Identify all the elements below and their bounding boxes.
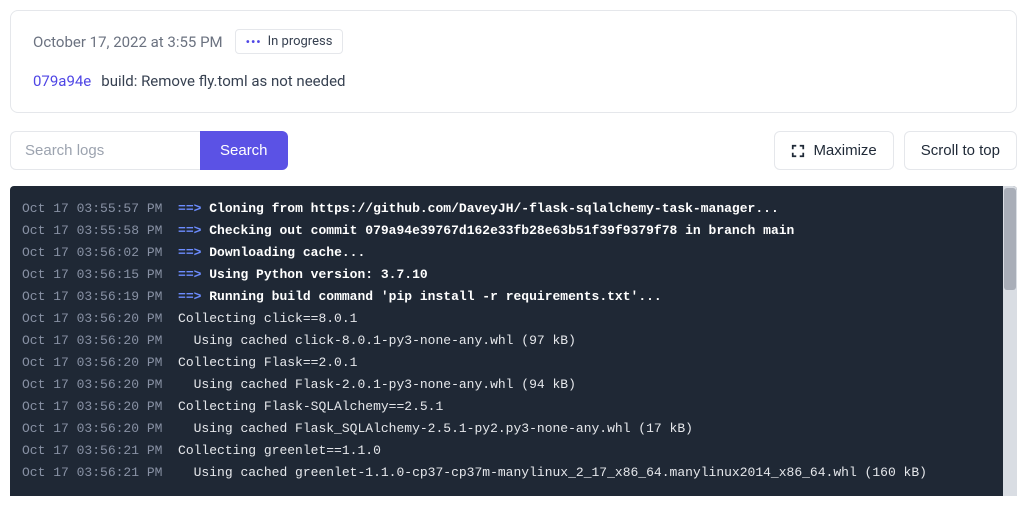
log-line: Oct 17 03:56:19 PM ==> Running build com… xyxy=(22,286,1017,308)
log-line: Oct 17 03:55:57 PM ==> Cloning from http… xyxy=(22,198,1017,220)
search-group: Search xyxy=(10,131,288,170)
commit-hash[interactable]: 079a94e xyxy=(33,72,91,90)
log-line: Oct 17 03:56:21 PM Collecting greenlet==… xyxy=(22,440,1017,462)
progress-dots-icon: ••• xyxy=(246,35,262,49)
log-timestamp: Oct 17 03:56:15 PM xyxy=(22,267,178,282)
log-text: Using cached Flask-2.0.1-py3-none-any.wh… xyxy=(178,377,576,392)
build-timestamp: October 17, 2022 at 3:55 PM xyxy=(33,33,223,51)
log-text: Cloning from https://github.com/DaveyJH/… xyxy=(209,201,779,216)
log-line: Oct 17 03:56:21 PM Using cached greenlet… xyxy=(22,462,1017,484)
arrow-icon: ==> xyxy=(178,245,209,260)
search-button[interactable]: Search xyxy=(200,131,288,170)
maximize-button[interactable]: Maximize xyxy=(774,131,893,170)
build-info-card: October 17, 2022 at 3:55 PM ••• In progr… xyxy=(10,10,1017,113)
log-timestamp: Oct 17 03:56:20 PM xyxy=(22,333,178,348)
status-label: In progress xyxy=(268,34,333,49)
log-timestamp: Oct 17 03:56:02 PM xyxy=(22,245,178,260)
commit-message: build: Remove fly.toml as not needed xyxy=(101,72,345,90)
log-text: Collecting Flask-SQLAlchemy==2.5.1 xyxy=(178,399,443,414)
log-text: Checking out commit 079a94e39767d162e33f… xyxy=(209,223,794,238)
log-timestamp: Oct 17 03:56:21 PM xyxy=(22,465,178,480)
log-timestamp: Oct 17 03:56:20 PM xyxy=(22,377,178,392)
maximize-icon xyxy=(791,144,805,158)
log-timestamp: Oct 17 03:56:20 PM xyxy=(22,421,178,436)
log-line: Oct 17 03:56:20 PM Using cached click-8.… xyxy=(22,330,1017,352)
arrow-icon: ==> xyxy=(178,289,209,304)
scrollbar-thumb[interactable] xyxy=(1004,188,1016,290)
scroll-to-top-button[interactable]: Scroll to top xyxy=(904,131,1017,170)
log-text: Collecting greenlet==1.1.0 xyxy=(178,443,381,458)
log-text: Collecting Flask==2.0.1 xyxy=(178,355,357,370)
maximize-label: Maximize xyxy=(813,142,876,159)
controls-row: Search Maximize Scroll to top xyxy=(10,131,1017,170)
arrow-icon: ==> xyxy=(178,223,209,238)
log-output: Oct 17 03:55:57 PM ==> Cloning from http… xyxy=(10,186,1017,496)
log-line: Oct 17 03:56:20 PM Using cached Flask_SQ… xyxy=(22,418,1017,440)
log-text: Downloading cache... xyxy=(209,245,365,260)
status-badge: ••• In progress xyxy=(235,29,344,54)
log-timestamp: Oct 17 03:56:21 PM xyxy=(22,443,178,458)
log-line: Oct 17 03:56:20 PM Using cached Flask-2.… xyxy=(22,374,1017,396)
log-text: Running build command 'pip install -r re… xyxy=(209,289,661,304)
commit-row: 079a94e build: Remove fly.toml as not ne… xyxy=(33,72,994,90)
log-timestamp: Oct 17 03:56:20 PM xyxy=(22,311,178,326)
log-timestamp: Oct 17 03:55:57 PM xyxy=(22,201,178,216)
log-timestamp: Oct 17 03:56:20 PM xyxy=(22,355,178,370)
log-line: Oct 17 03:56:20 PM Collecting Flask-SQLA… xyxy=(22,396,1017,418)
log-line: Oct 17 03:55:58 PM ==> Checking out comm… xyxy=(22,220,1017,242)
arrow-icon: ==> xyxy=(178,201,209,216)
log-line: Oct 17 03:56:20 PM Collecting Flask==2.0… xyxy=(22,352,1017,374)
log-text: Collecting click==8.0.1 xyxy=(178,311,357,326)
log-text: Using Python version: 3.7.10 xyxy=(209,267,427,282)
log-timestamp: Oct 17 03:55:58 PM xyxy=(22,223,178,238)
search-input[interactable] xyxy=(10,131,200,170)
log-lines: Oct 17 03:55:57 PM ==> Cloning from http… xyxy=(22,198,1017,484)
log-line: Oct 17 03:56:02 PM ==> Downloading cache… xyxy=(22,242,1017,264)
log-line: Oct 17 03:56:20 PM Collecting click==8.0… xyxy=(22,308,1017,330)
info-row: October 17, 2022 at 3:55 PM ••• In progr… xyxy=(33,29,994,54)
log-line: Oct 17 03:56:15 PM ==> Using Python vers… xyxy=(22,264,1017,286)
arrow-icon: ==> xyxy=(178,267,209,282)
log-text: Using cached Flask_SQLAlchemy-2.5.1-py2.… xyxy=(178,421,693,436)
scrollbar-track[interactable] xyxy=(1003,186,1017,496)
log-timestamp: Oct 17 03:56:19 PM xyxy=(22,289,178,304)
log-text: Using cached click-8.0.1-py3-none-any.wh… xyxy=(178,333,576,348)
log-timestamp: Oct 17 03:56:20 PM xyxy=(22,399,178,414)
log-text: Using cached greenlet-1.1.0-cp37-cp37m-m… xyxy=(178,465,927,480)
